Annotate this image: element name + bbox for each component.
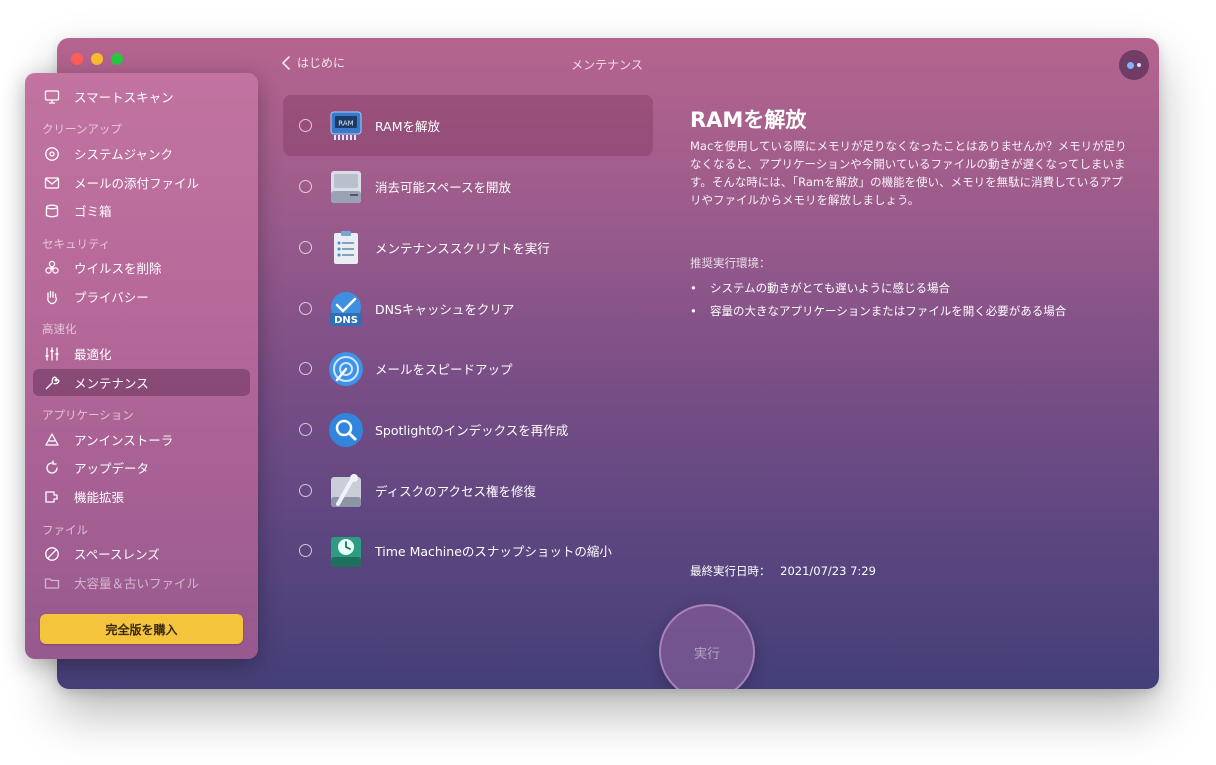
sidebar-item-privacy[interactable]: プライバシー: [33, 283, 250, 310]
back-button[interactable]: はじめに: [281, 54, 345, 71]
sidebar-item-label: ゴミ箱: [74, 204, 112, 219]
task-reindex-spotlight[interactable]: Spotlightのインデックスを再作成: [283, 399, 653, 460]
task-thin-time-machine[interactable]: Time Machineのスナップショットの縮小: [283, 520, 653, 581]
ram-chip-text: RAM: [338, 119, 353, 127]
task-free-ram[interactable]: RAM RAMを解放: [283, 95, 653, 156]
task-radio[interactable]: [299, 241, 312, 254]
sidebar-item-label: スペースレンズ: [74, 547, 160, 562]
sidebar-item-label: スマートスキャン: [74, 90, 174, 105]
last-run: 最終実行日時： 2021/07/23 7:29: [690, 563, 876, 579]
task-maintenance-scripts[interactable]: メンテナンススクリプトを実行: [283, 217, 653, 278]
assistant-button[interactable]: [1119, 50, 1149, 80]
sidebar-item-updater[interactable]: アップデータ: [33, 454, 250, 481]
close-window-button[interactable]: [71, 53, 83, 65]
hand-icon: [43, 288, 61, 306]
task-radio[interactable]: [299, 119, 312, 132]
sidebar-item-label: プライバシー: [74, 290, 149, 305]
monitor-icon: [43, 88, 61, 106]
dns-text: DNS: [334, 315, 358, 326]
section-header-files: ファイル: [42, 523, 88, 537]
space-lens-icon: [43, 545, 61, 563]
task-purgeable-space[interactable]: 消去可能スペースを開放: [283, 156, 653, 217]
task-label: Time Machineのスナップショットの縮小: [375, 544, 612, 559]
time-machine-icon: [328, 533, 364, 569]
sidebar-item-system-junk[interactable]: システムジャンク: [33, 140, 250, 167]
sidebar-item-space-lens[interactable]: スペースレンズ: [33, 540, 250, 567]
sidebar-item-large-old-files[interactable]: 大容量＆古いファイル: [33, 569, 250, 596]
sidebar-item-label: ウイルスを削除: [74, 261, 162, 276]
mail-speed-icon: [328, 351, 364, 387]
sidebar-item-extensions[interactable]: 機能拡張: [33, 483, 250, 510]
assistant-icon: [1127, 61, 1134, 69]
detail-title: RAMを解放: [690, 108, 807, 132]
biohazard-icon: [43, 259, 61, 277]
extensions-icon: [43, 488, 61, 506]
section-header-cleanup: クリーンアップ: [42, 122, 122, 136]
sliders-icon: [43, 345, 61, 363]
ram-chip-icon: RAM: [328, 108, 364, 144]
detail-description: Macを使用している際にメモリが足りなくなったことはありませんか？メモリが足りな…: [690, 139, 1127, 207]
dns-icon: DNS: [328, 291, 364, 327]
task-radio[interactable]: [299, 302, 312, 315]
task-label: RAMを解放: [375, 119, 441, 134]
zoom-window-button[interactable]: [111, 53, 123, 65]
last-run-label: 最終実行日時：: [690, 564, 771, 578]
sidebar-item-label: アンインストーラ: [74, 433, 174, 448]
sidebar-item-optimization[interactable]: 最適化: [33, 340, 250, 367]
updater-icon: [43, 459, 61, 477]
sidebar: スマートスキャン クリーンアップ システムジャンク メールの添付ファイル ゴミ箱…: [25, 73, 258, 659]
run-button[interactable]: 実行: [659, 604, 755, 689]
chevron-left-icon: [282, 55, 290, 70]
hard-drive-icon: [328, 169, 364, 205]
last-run-value: 2021/07/23 7:29: [780, 564, 876, 578]
list-item: • システムの動きがとても遅いように感じる場合: [690, 280, 951, 295]
task-speed-up-mail[interactable]: メールをスピードアップ: [283, 338, 653, 399]
section-header-speed: 高速化: [42, 322, 77, 336]
window-title: メンテナンス: [571, 58, 643, 72]
sidebar-item-label: 大容量＆古いファイル: [74, 576, 200, 591]
wrench-icon: [43, 374, 61, 392]
folder-icon: [43, 574, 61, 592]
disc-icon: [43, 145, 61, 163]
sidebar-item-maintenance[interactable]: メンテナンス: [33, 369, 250, 396]
sidebar-item-malware-removal[interactable]: ウイルスを削除: [33, 254, 250, 281]
sidebar-item-label: メールの添付ファイル: [74, 176, 200, 191]
sidebar-item-label: 最適化: [74, 347, 112, 362]
disk-permissions-icon: [328, 473, 364, 509]
recommended-list: • システムの動きがとても遅いように感じる場合 • 容量の大きなアプリケーションまた…: [690, 276, 1066, 322]
sidebar-item-label: 機能拡張: [74, 490, 125, 505]
task-label: Spotlightのインデックスを再作成: [375, 423, 569, 438]
task-radio[interactable]: [299, 362, 312, 375]
sidebar-item-label: システムジャンク: [74, 147, 174, 162]
sidebar-item-trash[interactable]: ゴミ箱: [33, 197, 250, 224]
task-label: DNSキャッシュをクリア: [375, 302, 515, 317]
spotlight-icon: [328, 412, 364, 448]
uninstaller-icon: [43, 431, 61, 449]
task-radio[interactable]: [299, 180, 312, 193]
sidebar-item-mail-attachments[interactable]: メールの添付ファイル: [33, 169, 250, 196]
minimize-window-button[interactable]: [91, 53, 103, 65]
task-radio[interactable]: [299, 423, 312, 436]
task-repair-permissions[interactable]: ディスクのアクセス権を修復: [283, 460, 653, 521]
buy-full-version-button[interactable]: 完全版を購入: [40, 614, 243, 644]
sidebar-item-smart-scan[interactable]: スマートスキャン: [33, 83, 250, 110]
section-header-applications: アプリケーション: [42, 408, 134, 422]
list-item: • 容量の大きなアプリケーションまたはファイルを開く必要がある場合: [690, 303, 1067, 318]
task-label: メンテナンススクリプトを実行: [375, 241, 550, 256]
sidebar-item-uninstaller[interactable]: アンインストーラ: [33, 426, 250, 453]
trash-icon: [43, 202, 61, 220]
task-radio[interactable]: [299, 484, 312, 497]
clipboard-icon: [328, 230, 364, 266]
task-radio[interactable]: [299, 544, 312, 557]
recommended-heading: 推奨実行環境：: [690, 256, 771, 270]
section-header-security: セキュリティ: [42, 237, 111, 251]
task-label: ディスクのアクセス権を修復: [375, 484, 537, 499]
sidebar-item-label: アップデータ: [74, 461, 150, 476]
envelope-icon: [43, 174, 61, 192]
sidebar-item-label: メンテナンス: [74, 376, 149, 391]
task-flush-dns[interactable]: DNS DNSキャッシュをクリア: [283, 278, 653, 339]
task-label: メールをスピードアップ: [375, 362, 513, 377]
back-label: はじめに: [297, 56, 346, 70]
task-label: 消去可能スペースを開放: [375, 180, 512, 195]
